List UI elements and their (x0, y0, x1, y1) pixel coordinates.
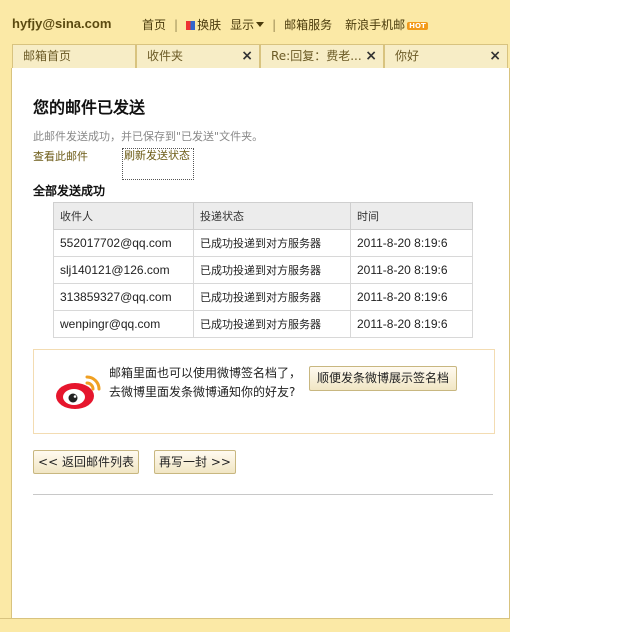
refresh-status-label: 刷新发送状态 (124, 149, 190, 162)
recipient-email: wenpingr@qq.com (53, 310, 194, 338)
nav-skin[interactable]: 换肤 (186, 16, 221, 33)
divider (33, 494, 493, 495)
close-icon[interactable]: × (241, 45, 253, 68)
skin-icon (186, 21, 196, 30)
tab-hello[interactable]: 你好 × (384, 44, 508, 68)
nav-mobile-mail-label: 新浪手机邮 (345, 18, 406, 32)
tab-bar: 邮箱首页 收件夹 × Re:回复：费老... × 你好 × (0, 42, 510, 68)
write-again-button[interactable]: 再写一封 >> (154, 450, 236, 474)
weibo-message: 邮箱里面也可以使用微博签名档了， 去微博里面发条微博通知你的好友? (109, 364, 301, 402)
column-time: 时间 (350, 202, 473, 230)
tab-label: 邮箱首页 (23, 49, 72, 63)
table-row: wenpingr@qq.com 已成功投递到对方服务器 2011-8-20 8:… (53, 310, 473, 338)
hot-badge: HOT (407, 22, 428, 30)
nav-separator: | (174, 17, 179, 32)
table-row: 552017702@qq.com 已成功投递到对方服务器 2011-8-20 8… (53, 229, 473, 257)
delivery-status: 已成功投递到对方服务器 (193, 256, 351, 284)
weibo-message-line: 去微博里面发条微博通知你的好友? (109, 385, 296, 399)
bottom-frame (0, 618, 510, 632)
recipient-email: 313859327@qq.com (53, 283, 194, 311)
top-nav: 首页 | 换肤 显示 | 邮箱服务 新浪手机邮 HOT (142, 16, 428, 33)
recipient-table: 收件人 投递状态 时间 552017702@qq.com 已成功投递到对方服务器… (53, 202, 473, 338)
nav-skin-label: 换肤 (197, 18, 222, 32)
delivery-status: 已成功投递到对方服务器 (193, 229, 351, 257)
section-title: 全部发送成功 (33, 184, 106, 198)
view-mail-link-wrap: 查看此邮件 (33, 148, 88, 164)
delivery-time: 2011-8-20 8:19:6 (350, 256, 473, 284)
sent-info-text: 此邮件发送成功，并已保存到"已发送"文件夹。 (33, 130, 264, 143)
table-row: slj140121@126.com 已成功投递到对方服务器 2011-8-20 … (53, 256, 473, 284)
column-recipient: 收件人 (53, 202, 194, 230)
nav-home[interactable]: 首页 (142, 16, 166, 33)
nav-display-label: 显示 (230, 18, 255, 32)
account-email: hyfjy@sina.com (12, 16, 112, 31)
view-mail-link[interactable]: 查看此邮件 (33, 150, 88, 163)
back-to-list-button[interactable]: << 返回邮件列表 (33, 450, 139, 474)
column-status: 投递状态 (193, 202, 351, 230)
left-frame (0, 68, 12, 631)
nav-mobile-mail[interactable]: 新浪手机邮 HOT (345, 16, 428, 33)
right-frame (509, 68, 510, 631)
recipient-email: slj140121@126.com (53, 256, 194, 284)
nav-display[interactable]: 显示 (230, 16, 265, 33)
frame-line (11, 68, 12, 631)
delivery-time: 2011-8-20 8:19:6 (350, 229, 473, 257)
delivery-status: 已成功投递到对方服务器 (193, 283, 351, 311)
tab-label: Re:回复：费老... (271, 49, 362, 63)
delivery-time: 2011-8-20 8:19:6 (350, 310, 473, 338)
top-header: hyfjy@sina.com 首页 | 换肤 显示 | 邮箱服务 新浪手机邮 HO… (0, 0, 510, 48)
tab-inbox[interactable]: 收件夹 × (136, 44, 260, 68)
table-header-row: 收件人 投递状态 时间 (53, 202, 473, 230)
table-row: 313859327@qq.com 已成功投递到对方服务器 2011-8-20 8… (53, 283, 473, 311)
nav-mail-service[interactable]: 邮箱服务 (284, 16, 332, 33)
tab-reply[interactable]: Re:回复：费老... × (260, 44, 384, 68)
weibo-promo: 邮箱里面也可以使用微博签名档了， 去微博里面发条微博通知你的好友? 顺便发条微博… (33, 349, 495, 434)
weibo-message-line: 邮箱里面也可以使用微博签名档了， (109, 366, 302, 380)
weibo-logo-icon (56, 375, 101, 409)
recipient-email: 552017702@qq.com (53, 229, 194, 257)
tab-label: 收件夹 (147, 49, 184, 63)
delivery-status: 已成功投递到对方服务器 (193, 310, 351, 338)
page-title: 您的邮件已发送 (33, 98, 146, 117)
close-icon[interactable]: × (489, 45, 501, 68)
delivery-time: 2011-8-20 8:19:6 (350, 283, 473, 311)
chevron-down-icon (256, 22, 265, 27)
tab-label: 你好 (395, 49, 420, 63)
post-weibo-button[interactable]: 顺便发条微博展示签名档 (309, 366, 457, 391)
nav-separator: | (272, 17, 277, 32)
refresh-status-link[interactable]: 刷新发送状态 (122, 148, 194, 180)
tab-mail-home[interactable]: 邮箱首页 (12, 44, 136, 68)
close-icon[interactable]: × (365, 45, 377, 68)
